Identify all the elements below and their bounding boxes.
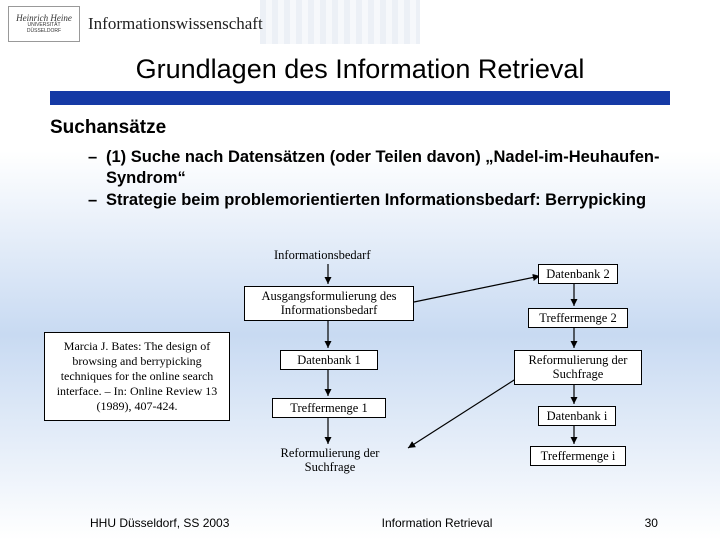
bullet-item: (1) Suche nach Datensätzen (oder Teilen …: [88, 147, 670, 188]
slide-header: Heinrich Heine UNIVERSITÄT DÜSSELDORF In…: [0, 0, 720, 44]
logo-line3: DÜSSELDORF: [27, 29, 61, 35]
hhu-logo: Heinrich Heine UNIVERSITÄT DÜSSELDORF: [8, 6, 80, 42]
department-label: Informationswissenschaft: [88, 14, 263, 34]
section-heading: Suchansätze: [50, 117, 670, 139]
bullet-list: (1) Suche nach Datensätzen (oder Teilen …: [50, 147, 670, 211]
footer-left: HHU Düsseldorf, SS 2003: [90, 516, 229, 530]
diagram-node-datenbank1: Datenbank 1: [280, 350, 378, 370]
diagram-node-ausgangsformulierung: Ausgangsformulierung des Informationsbed…: [244, 286, 414, 321]
diagram-node-reformulierung1: Reformulierung der Suchfrage: [270, 446, 390, 475]
diagram-node-treffermenge-i: Treffermenge i: [530, 446, 626, 466]
footer-right: 30: [645, 516, 658, 530]
diagram-node-datenbank-i: Datenbank i: [538, 406, 616, 426]
title-underline: [50, 91, 670, 105]
bullet-item: Strategie beim problemorientierten Infor…: [88, 190, 670, 211]
diagram-node-informationsbedarf: Informationsbedarf: [274, 248, 371, 262]
footer-center: Information Retrieval: [382, 516, 493, 530]
content-section: Suchansätze (1) Suche nach Datensätzen (…: [0, 105, 720, 211]
diagram-node-datenbank2: Datenbank 2: [538, 264, 618, 284]
diagram-node-treffermenge2: Treffermenge 2: [528, 308, 628, 328]
diagram-node-reformulierung2: Reformulierung der Suchfrage: [514, 350, 642, 385]
diagram-node-treffermenge1: Treffermenge 1: [272, 398, 386, 418]
citation-box: Marcia J. Bates: The design of browsing …: [44, 332, 230, 421]
berrypicking-diagram: Informationsbedarf Ausgangsformulierung …: [238, 248, 678, 488]
slide-footer: HHU Düsseldorf, SS 2003 Information Retr…: [0, 516, 720, 530]
slide-title: Grundlagen des Information Retrieval: [0, 44, 720, 91]
